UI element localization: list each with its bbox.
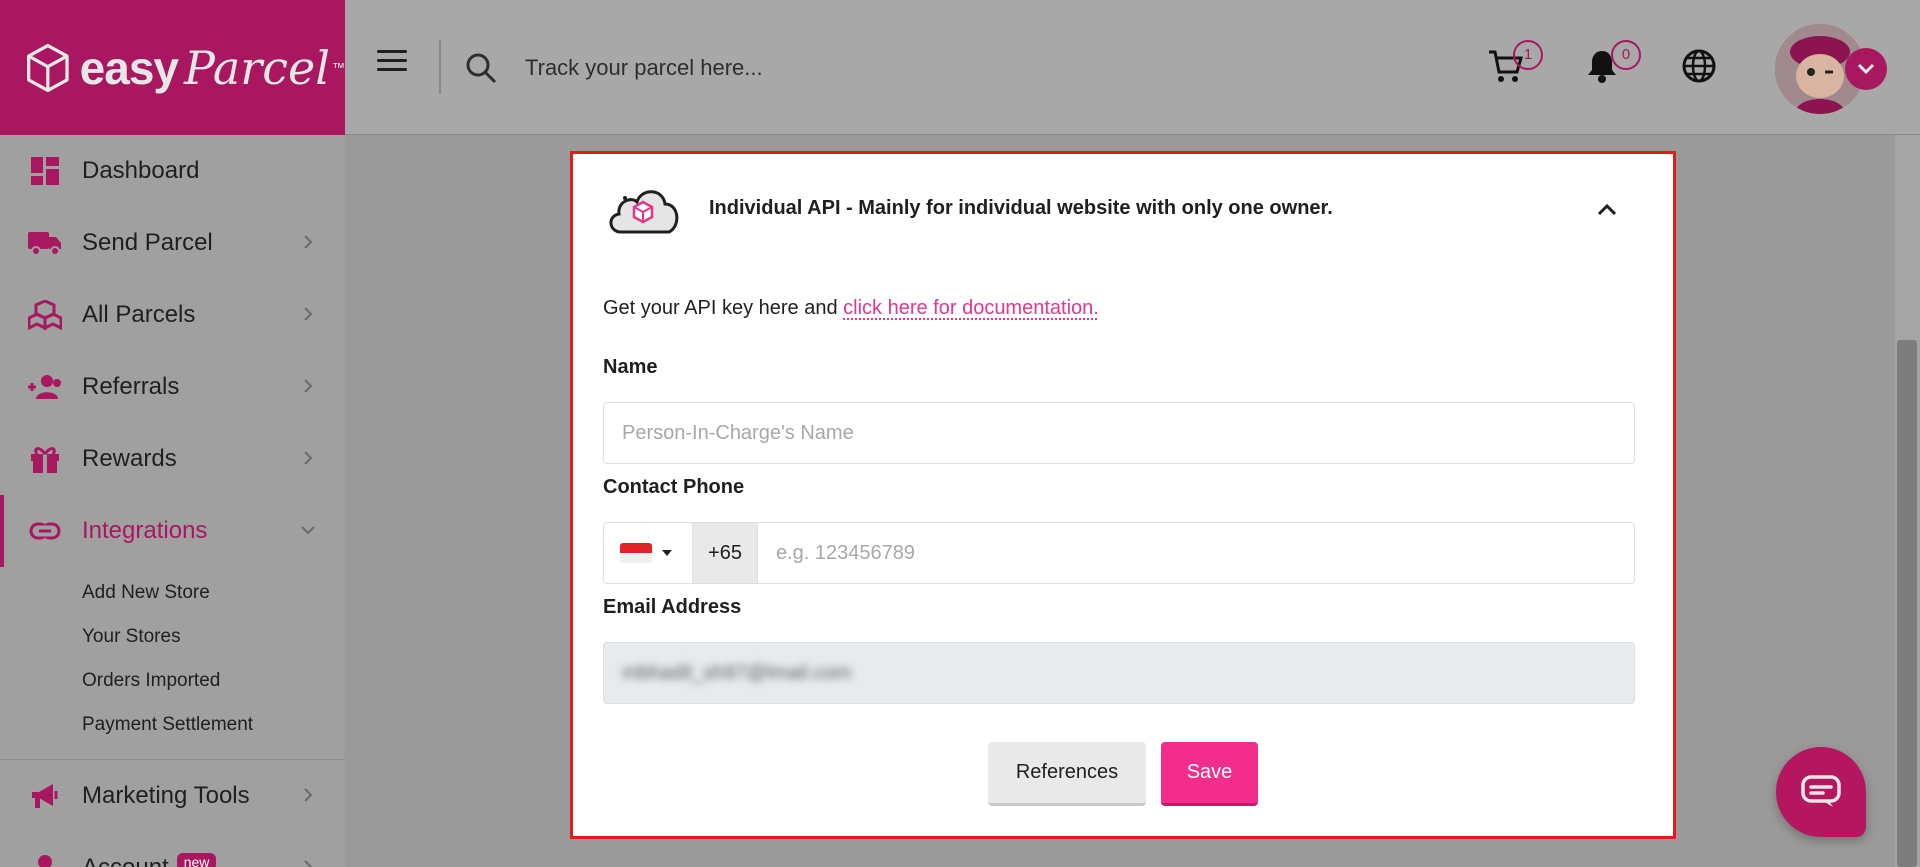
page-scrollbar[interactable] [1895, 135, 1920, 867]
sidebar-item-dashboard[interactable]: Dashboard [0, 135, 345, 207]
sidebar-item-label: Integrations [82, 517, 208, 544]
documentation-link[interactable]: click here for documentation. [843, 297, 1099, 319]
menu-toggle-button[interactable] [377, 50, 407, 74]
language-button[interactable] [1681, 48, 1719, 86]
submenu-item-add-new-store[interactable]: Add New Store [82, 571, 345, 615]
brand-logo[interactable]: easy Parcel ™ [0, 0, 345, 135]
panel-header[interactable]: Individual API - Mainly for individual w… [603, 180, 1643, 240]
phone-field: +65 [603, 522, 1635, 584]
save-button[interactable]: Save [1161, 742, 1258, 806]
sidebar-item-label: Referrals [82, 373, 180, 400]
boxes-icon [26, 299, 64, 331]
box-logo-icon [26, 43, 69, 92]
sidebar-item-label: Account [82, 854, 169, 867]
cart-count-badge: 1 [1513, 40, 1543, 70]
chat-bubble-icon [1801, 775, 1841, 807]
sidebar-item-label: All Parcels [82, 301, 196, 328]
dashboard-icon [26, 155, 64, 187]
singapore-flag-icon [620, 543, 652, 563]
contact-phone-label: Contact Phone [603, 476, 745, 498]
dial-code: +65 [692, 523, 758, 583]
chevron-right-icon [304, 235, 313, 249]
chevron-right-icon [304, 379, 313, 393]
cart-button[interactable]: 1 [1487, 40, 1543, 86]
chevron-up-icon[interactable] [1593, 196, 1621, 224]
submenu-item-your-stores[interactable]: Your Stores [82, 615, 345, 659]
user-plus-icon [26, 371, 64, 403]
notification-count-badge: 0 [1611, 40, 1641, 70]
gift-icon [26, 443, 64, 475]
chevron-right-icon [304, 788, 313, 802]
sidebar-item-send-parcel[interactable]: Send Parcel [0, 207, 345, 279]
chevron-down-icon [301, 526, 315, 535]
account-menu-toggle[interactable] [1845, 48, 1887, 90]
chevron-right-icon [304, 860, 313, 867]
references-button[interactable]: References [988, 742, 1146, 806]
brand-name-bold: easy [79, 41, 179, 94]
name-input[interactable] [603, 402, 1635, 464]
api-intro-text: Get your API key here and click here for… [603, 297, 1099, 320]
sidebar-item-label: Marketing Tools [82, 782, 250, 809]
submenu-item-orders-imported[interactable]: Orders Imported [82, 659, 345, 703]
globe-icon [1682, 49, 1716, 83]
sidebar-item-rewards[interactable]: Rewards [0, 423, 345, 495]
email-address-field[interactable]: mbhadil_sh97@lmail.com [603, 642, 1635, 704]
intro-text: Get your API key here and [603, 297, 844, 319]
email-address-label: Email Address [603, 596, 742, 618]
track-parcel-search-input[interactable] [525, 44, 1025, 92]
brand-name-script: Parcel [184, 40, 330, 95]
link-icon [26, 515, 64, 547]
cloud-box-icon [609, 190, 679, 234]
submenu-item-payment-settlement[interactable]: Payment Settlement [82, 703, 345, 747]
individual-api-panel: Individual API - Mainly for individual w… [570, 151, 1676, 839]
sidebar-item-label: Send Parcel [82, 229, 213, 256]
sidebar-item-marketing-tools[interactable]: Marketing Tools [0, 760, 345, 832]
notifications-button[interactable]: 0 [1585, 40, 1641, 86]
sidebar-nav-lower: Marketing Tools Account new [0, 760, 345, 867]
panel-title: Individual API - Mainly for individual w… [709, 197, 1333, 219]
scrollbar-thumb[interactable] [1897, 340, 1917, 867]
chevron-right-icon [304, 451, 313, 465]
caret-down-icon [662, 550, 672, 556]
search-icon [466, 53, 497, 84]
megaphone-icon [26, 780, 64, 812]
email-value: mbhadil_sh97@lmail.com [622, 661, 852, 684]
integrations-submenu: Add New Store Your Stores Orders Importe… [0, 567, 345, 759]
chevron-down-icon [1857, 63, 1875, 75]
contact-phone-input[interactable] [758, 523, 1634, 583]
sidebar: easy Parcel ™ Dashboard Send Parcel All … [0, 0, 345, 867]
sidebar-item-label: Rewards [82, 445, 177, 472]
sidebar-nav: Dashboard Send Parcel All Parcels Referr… [0, 135, 345, 567]
hamburger-line [377, 68, 407, 71]
sidebar-item-integrations[interactable]: Integrations [0, 495, 345, 567]
chevron-right-icon [304, 307, 313, 321]
sidebar-item-referrals[interactable]: Referrals [0, 351, 345, 423]
country-code-dropdown[interactable] [604, 523, 692, 583]
live-chat-button[interactable] [1776, 747, 1866, 837]
user-icon [26, 852, 64, 867]
sidebar-item-account[interactable]: Account new [0, 832, 345, 867]
sidebar-item-label: Dashboard [82, 157, 200, 184]
brand-trademark: ™ [332, 60, 345, 75]
hamburger-line [377, 59, 407, 62]
divider [439, 40, 441, 94]
hamburger-line [377, 50, 407, 53]
new-badge: new [176, 853, 217, 867]
sidebar-item-all-parcels[interactable]: All Parcels [0, 279, 345, 351]
truck-icon [26, 227, 64, 259]
topbar: 1 0 [345, 0, 1920, 135]
name-label: Name [603, 356, 658, 378]
